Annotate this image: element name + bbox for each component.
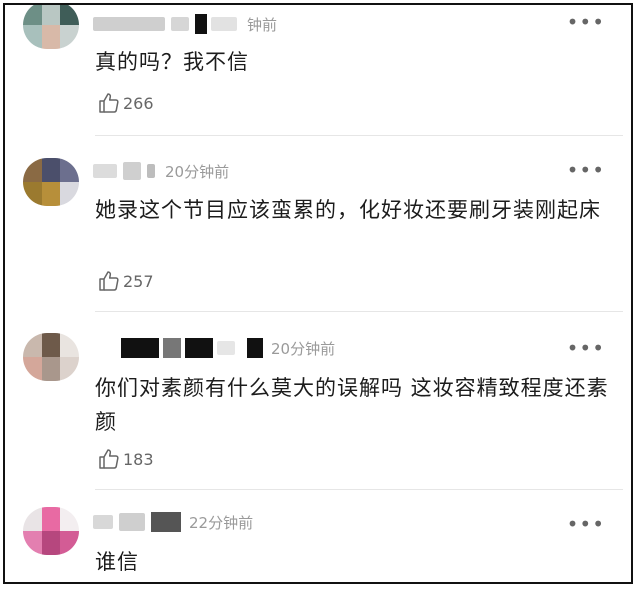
username-redacted (195, 14, 207, 34)
username-blurred (211, 17, 237, 31)
like-count: 257 (123, 271, 154, 291)
timestamp: 20分钟前 (271, 339, 336, 358)
comment-text: 她录这个节目应该蛮累的，化好妆还要刷牙装刚起床 (95, 198, 601, 222)
username-redacted (247, 338, 263, 358)
username-redacted (151, 512, 181, 532)
more-dots-icon[interactable]: ••• (567, 514, 605, 534)
avatar[interactable] (23, 333, 79, 381)
more-dots-icon[interactable]: ••• (567, 160, 605, 180)
username-blurred (119, 513, 145, 531)
divider (95, 489, 623, 490)
thumbs-up-icon (99, 93, 119, 113)
comment-text: 你们对素颜有什么莫大的误解吗 这妆容精致程度还素颜 (95, 376, 609, 434)
avatar[interactable] (23, 158, 79, 206)
comment-text: 真的吗？我不信 (95, 50, 249, 74)
thumbs-up-icon (99, 271, 119, 291)
avatar[interactable] (23, 507, 79, 555)
avatar[interactable] (23, 5, 79, 49)
username-redacted (185, 338, 213, 358)
timestamp: 钟前 (247, 15, 278, 34)
more-dots-icon[interactable]: ••• (567, 338, 605, 358)
more-dots-icon[interactable]: ••• (567, 12, 605, 32)
username-blurred (147, 164, 155, 178)
username-row[interactable]: 钟前 (93, 13, 277, 35)
like-button[interactable]: 257 (97, 269, 154, 293)
username-redacted (163, 338, 181, 358)
divider (95, 135, 623, 136)
like-count: 266 (123, 93, 154, 113)
username-blurred (93, 164, 117, 178)
username-redacted (121, 338, 159, 358)
username-blurred (217, 341, 235, 355)
username-row[interactable]: 20分钟前 (93, 160, 229, 182)
like-button[interactable]: 266 (97, 91, 154, 115)
comment-text: 谁信 (95, 550, 139, 574)
username-blurred (171, 17, 189, 31)
username-blurred (93, 17, 165, 31)
comment-list: 钟前 ••• 真的吗？我不信 266 20分钟前 ••• 她录这个节目应该蛮累的… (3, 3, 633, 584)
timestamp: 22分钟前 (189, 513, 254, 532)
username-row[interactable]: 22分钟前 (93, 511, 253, 533)
like-count: 183 (123, 449, 154, 469)
username-row[interactable]: 20分钟前 (93, 337, 335, 359)
divider (95, 311, 623, 312)
timestamp: 20分钟前 (165, 162, 230, 181)
username-blurred (123, 162, 141, 180)
like-button[interactable]: 183 (97, 447, 154, 471)
thumbs-up-icon (99, 449, 119, 469)
username-blurred (93, 515, 113, 529)
